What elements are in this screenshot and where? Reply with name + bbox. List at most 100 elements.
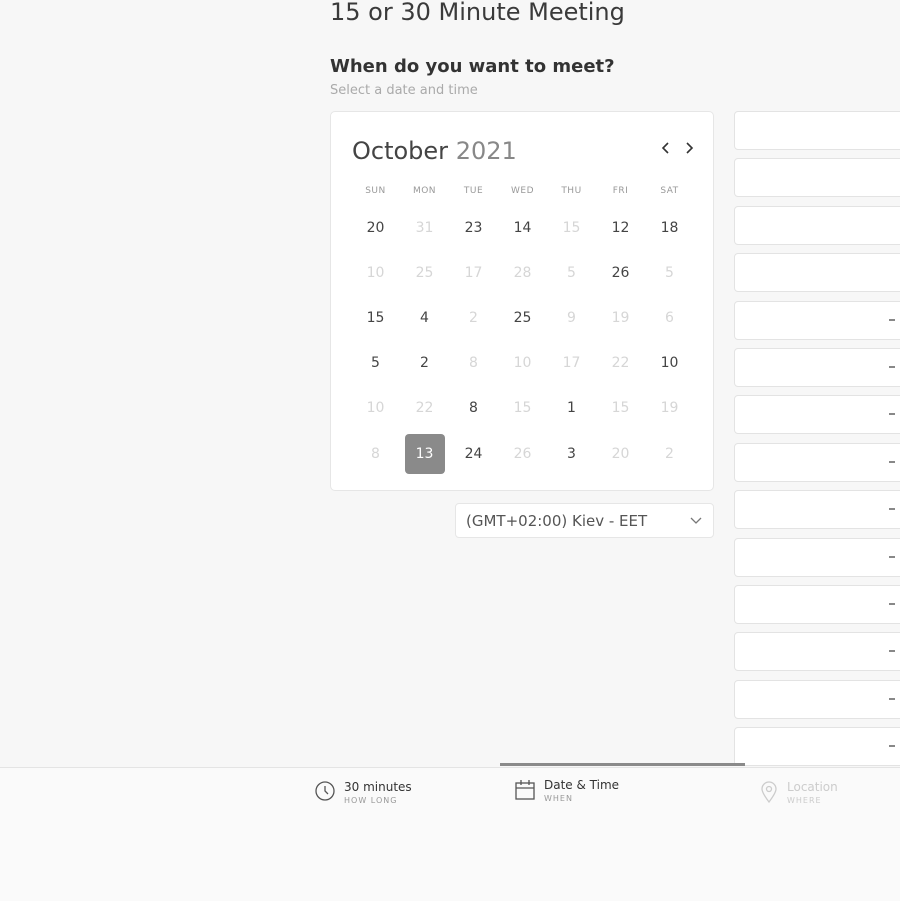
- calendar-day-number: 10: [513, 355, 532, 372]
- calendar-day[interactable]: 24: [449, 431, 498, 476]
- time-slot-button[interactable]: [734, 585, 900, 624]
- day-grid: 20 31 23 14 15 12 18 10 25 17 28 5 26 5 15 4 2 25 9 19 6 5 2 8 1…: [351, 205, 694, 476]
- calendar-day[interactable]: 2: [400, 341, 449, 386]
- calendar-day[interactable]: 10: [645, 341, 694, 386]
- calendar-day-number: 25: [415, 264, 434, 281]
- time-slot-button[interactable]: [734, 158, 900, 198]
- time-slot-label-fragment: [889, 745, 895, 748]
- prev-month-button[interactable]: [658, 139, 674, 160]
- step-location-sub: WHERE: [787, 796, 822, 805]
- clock-icon: [315, 781, 335, 801]
- step-location[interactable]: Location WHERE: [759, 780, 838, 805]
- calendar-day-number: 13: [404, 433, 445, 474]
- calendar-day-number: 6: [665, 309, 674, 326]
- weekday-label: MON: [412, 186, 437, 196]
- time-slot-button[interactable]: [734, 442, 900, 482]
- progress-indicator: [500, 763, 745, 766]
- section-subtext: Select a date and time: [330, 83, 478, 98]
- calendar-day: 9: [547, 295, 596, 340]
- time-slot-button[interactable]: [734, 205, 900, 245]
- calendar-day-number: 10: [366, 264, 385, 281]
- step-duration[interactable]: 30 minutes HOW LONG: [314, 780, 412, 805]
- location-pin-icon: [761, 781, 777, 804]
- calendar-day-number: 2: [420, 355, 429, 372]
- time-slot-button[interactable]: [734, 537, 900, 577]
- weekday-header: SUN MON TUE WED THU FRI SAT: [351, 186, 694, 196]
- calendar-day[interactable]: 4: [400, 295, 449, 340]
- calendar-day[interactable]: 15: [351, 295, 400, 340]
- step-date-time[interactable]: Date & Time WHEN: [514, 778, 619, 803]
- calendar-day: 25: [400, 250, 449, 295]
- weekday-label: SAT: [660, 186, 679, 196]
- calendar-day[interactable]: 23: [449, 205, 498, 250]
- calendar-day[interactable]: 14: [498, 205, 547, 250]
- timezone-value: (GMT+02:00) Kiev - EET: [466, 511, 648, 530]
- calendar-day-number: 15: [513, 400, 532, 417]
- time-slot-button[interactable]: [734, 253, 900, 293]
- weekday-label: WED: [510, 186, 534, 196]
- calendar-day-number: 26: [513, 445, 532, 462]
- time-slot-button[interactable]: [734, 632, 900, 672]
- calendar-day-selected[interactable]: 13: [400, 431, 449, 476]
- calendar-week: 15 4 2 25 9 19 6: [351, 295, 694, 340]
- calendar-day-number: 3: [567, 445, 576, 462]
- time-slot-button[interactable]: [734, 111, 900, 150]
- calendar-day[interactable]: 26: [596, 250, 645, 295]
- calendar-day[interactable]: 25: [498, 295, 547, 340]
- chevron-right-icon: [686, 142, 694, 154]
- time-slot-button[interactable]: [734, 490, 900, 530]
- calendar-day: 15: [498, 386, 547, 431]
- time-slot-label-fragment: [889, 697, 895, 700]
- step-date-time-sub: WHEN: [544, 794, 573, 803]
- calendar-day-number: 17: [562, 355, 581, 372]
- calendar-day-number: 24: [464, 445, 483, 462]
- calendar-day: 10: [351, 386, 400, 431]
- calendar-day: 19: [596, 295, 645, 340]
- calendar-day-number: 25: [513, 309, 532, 326]
- time-slot-button[interactable]: [734, 395, 900, 435]
- calendar-day-number: 10: [660, 355, 679, 372]
- timezone-select[interactable]: (GMT+02:00) Kiev - EET: [455, 503, 714, 538]
- calendar: October 2021 SUN MON TUE WED THU FRI SAT 20 31 2…: [330, 111, 714, 491]
- calendar-day[interactable]: 1: [547, 386, 596, 431]
- calendar-day: 8: [351, 431, 400, 476]
- calendar-day[interactable]: 12: [596, 205, 645, 250]
- chevron-left-icon: [661, 142, 669, 154]
- calendar-day[interactable]: 5: [351, 341, 400, 386]
- time-slot-label-fragment: [889, 366, 895, 368]
- calendar-day[interactable]: 3: [547, 431, 596, 476]
- calendar-day[interactable]: 18: [645, 205, 694, 250]
- time-slot-label-fragment: [889, 555, 895, 558]
- calendar-day[interactable]: 8: [449, 386, 498, 431]
- time-slot-label-fragment: [889, 650, 895, 653]
- calendar-day[interactable]: 20: [351, 205, 400, 250]
- time-slot-button[interactable]: [734, 679, 900, 719]
- weekday-label: FRI: [612, 186, 629, 196]
- calendar-day-number: 2: [665, 445, 674, 462]
- calendar-day-number: 19: [611, 309, 630, 326]
- time-slot-button[interactable]: [734, 727, 900, 767]
- calendar-day: 5: [547, 250, 596, 295]
- calendar-day: 6: [645, 295, 694, 340]
- calendar-day: 10: [351, 250, 400, 295]
- calendar-day-number: 17: [464, 264, 483, 281]
- time-slot-label-fragment: [889, 603, 895, 605]
- calendar-day-number: 1: [567, 400, 576, 417]
- time-slot-label-fragment: [889, 318, 895, 321]
- time-slot-button[interactable]: [734, 348, 900, 387]
- next-month-button[interactable]: [681, 139, 697, 160]
- calendar-day: 20: [596, 431, 645, 476]
- calendar-day-number: 12: [611, 219, 630, 236]
- time-slot-button[interactable]: [734, 300, 900, 340]
- calendar-day-number: 9: [567, 309, 576, 326]
- calendar-day-number: 5: [665, 264, 674, 281]
- month-name: October: [352, 137, 449, 165]
- calendar-day: 15: [547, 205, 596, 250]
- calendar-icon: [515, 780, 535, 800]
- step-date-time-label: Date & Time: [544, 778, 620, 792]
- section-heading: When do you want to meet?: [330, 56, 615, 77]
- month-title: October 2021: [352, 137, 517, 165]
- time-slot-label-fragment: [889, 508, 895, 511]
- calendar-day: 17: [449, 250, 498, 295]
- calendar-day: 2: [449, 295, 498, 340]
